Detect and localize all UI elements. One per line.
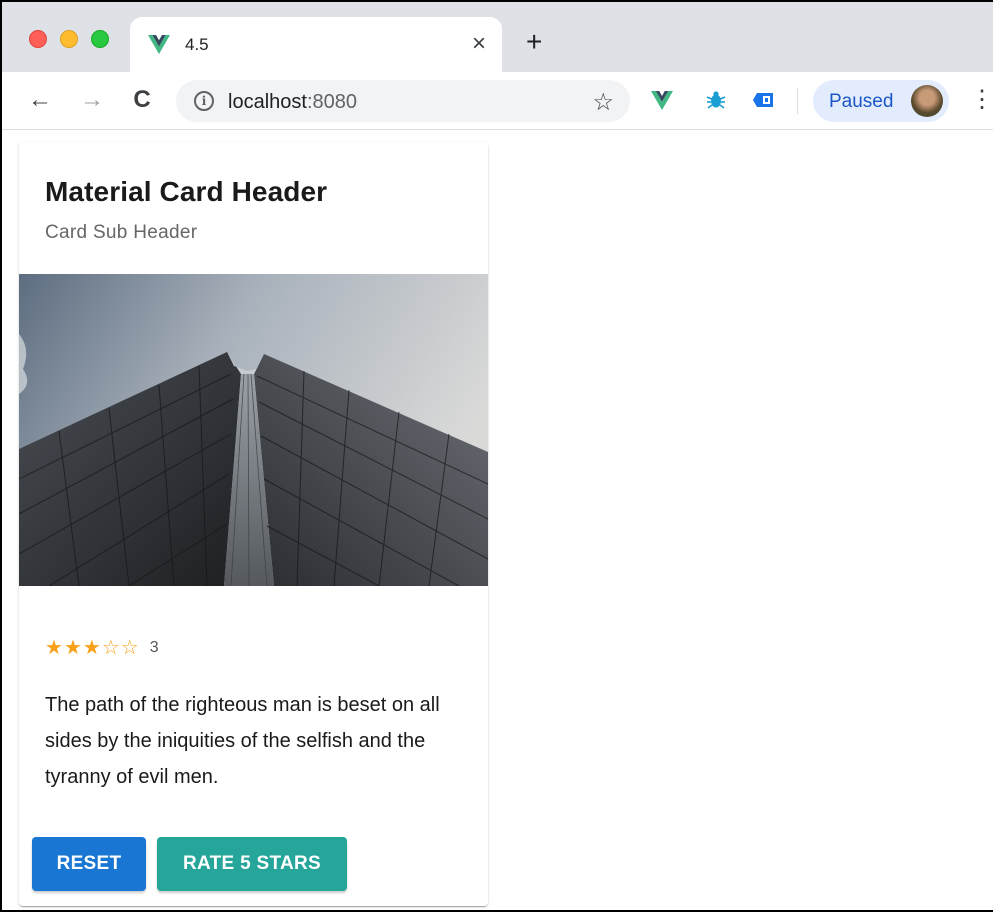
close-window-button[interactable]: [29, 30, 47, 48]
card-body-text: The path of the righteous man is beset o…: [45, 694, 440, 788]
chip-icon[interactable]: [752, 88, 776, 112]
skyscraper-photo: [19, 274, 488, 586]
browser-window: 4.5 × + ← → C i localhost:8080 ☆ Paused …: [0, 0, 993, 912]
profile-label: Paused: [829, 91, 894, 112]
reset-button[interactable]: RESET: [32, 837, 146, 891]
new-tab-button[interactable]: +: [526, 28, 542, 56]
url-host: localhost: [228, 91, 307, 113]
address-bar[interactable]: i localhost:8080 ☆: [176, 80, 630, 122]
star-filled-icon[interactable]: ★: [64, 638, 82, 658]
minimize-window-button[interactable]: [60, 30, 78, 48]
reload-button[interactable]: C: [128, 86, 156, 114]
card-media-image: [19, 274, 488, 586]
star-empty-icon[interactable]: ☆: [102, 638, 120, 658]
tab-active[interactable]: 4.5 ×: [130, 17, 502, 73]
toolbar: ← → C i localhost:8080 ☆ Paused ⋮: [2, 72, 993, 130]
rating-count: 3: [149, 639, 159, 656]
star-filled-icon[interactable]: ★: [83, 638, 101, 658]
rate-5-stars-button[interactable]: RATE 5 STARS: [157, 837, 347, 891]
bookmark-star-icon[interactable]: ☆: [592, 88, 614, 117]
star-rating[interactable]: ★ ★ ★ ☆ ☆ 3: [45, 636, 159, 660]
avatar: [911, 85, 943, 117]
menu-icon[interactable]: ⋮: [970, 86, 993, 114]
tab-title: 4.5: [185, 35, 209, 54]
forward-button[interactable]: →: [78, 86, 106, 114]
vue-logo-icon: [148, 35, 170, 54]
back-button[interactable]: ←: [26, 86, 54, 114]
url-text[interactable]: localhost:8080: [228, 91, 357, 114]
material-card: Material Card Header Card Sub Header ★ ★…: [19, 142, 488, 906]
toolbar-separator: [797, 88, 798, 114]
zoom-window-button[interactable]: [91, 30, 109, 48]
page-content: Material Card Header Card Sub Header ★ ★…: [2, 130, 993, 910]
vue-devtools-icon[interactable]: [650, 88, 674, 112]
info-icon[interactable]: i: [194, 91, 214, 111]
tab-close-icon[interactable]: ×: [472, 31, 486, 57]
card-title: Material Card Header: [45, 176, 328, 207]
bug-icon[interactable]: [704, 88, 728, 112]
url-port: :8080: [306, 91, 357, 113]
tab-strip: 4.5 × +: [2, 2, 993, 73]
star-filled-icon[interactable]: ★: [45, 638, 63, 658]
star-empty-icon[interactable]: ☆: [121, 638, 139, 658]
profile-chip[interactable]: Paused: [813, 80, 949, 122]
bug-glyph-icon: [706, 91, 726, 109]
card-subtitle: Card Sub Header: [45, 222, 198, 243]
